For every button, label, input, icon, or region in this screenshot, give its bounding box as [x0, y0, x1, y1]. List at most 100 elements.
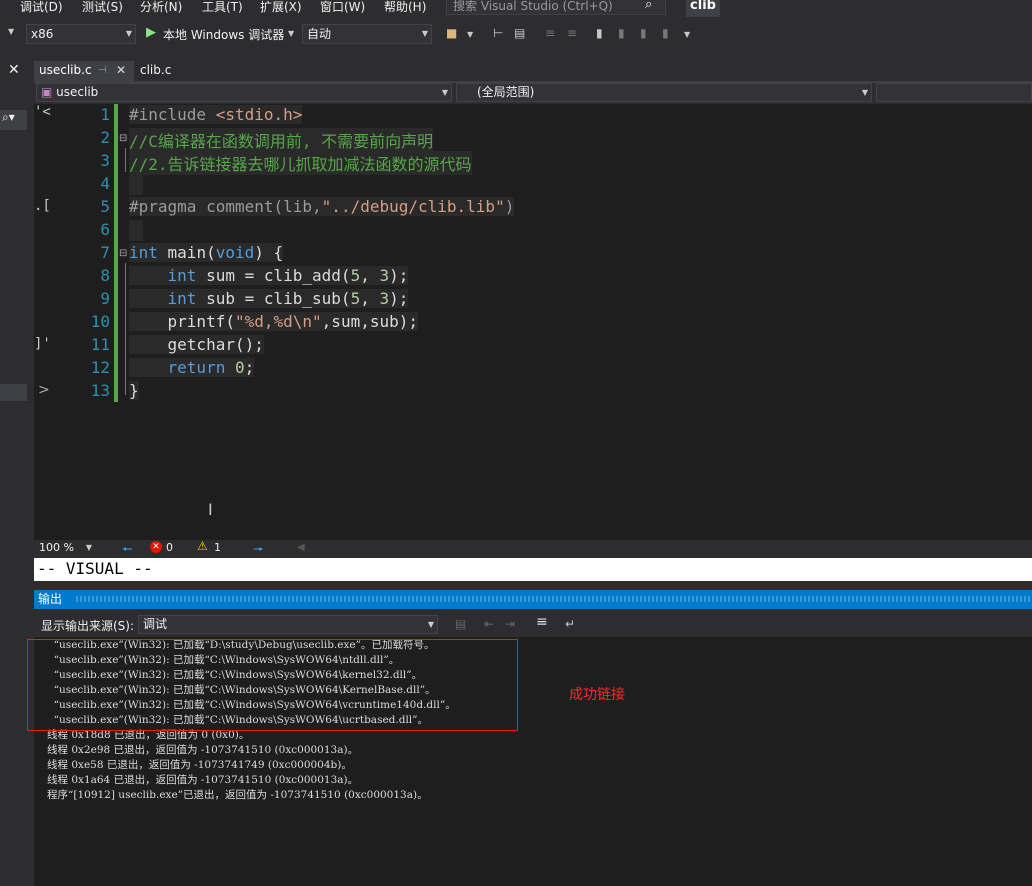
output-source-select[interactable]: 调试 ▼	[138, 615, 438, 634]
clear-all-icon[interactable]: ≡	[536, 614, 548, 630]
tab-clib[interactable]: clib.c	[140, 61, 171, 80]
line-number: 12	[90, 358, 110, 377]
output-source-label: 显示输出来源(S):	[41, 619, 135, 633]
next-message-icon: ⇥	[505, 617, 516, 631]
line-number: 8	[100, 266, 110, 285]
scope-select[interactable]: (全局范围) ▼	[456, 83, 872, 102]
code-line: int sum = clib_add(5, 3);	[129, 266, 409, 285]
line-number: 13	[90, 381, 110, 400]
code-line	[129, 174, 143, 195]
close-icon[interactable]: ✕	[8, 62, 20, 78]
run-debugger-button[interactable]: 本地 Windows 调试器	[163, 26, 284, 43]
line-number: 9	[100, 289, 110, 308]
line-number: 1	[100, 105, 110, 124]
fold-guide	[125, 148, 126, 172]
search-icon[interactable]: ⌕▾	[0, 110, 27, 130]
command-line[interactable]: -- VISUAL --	[34, 558, 1032, 581]
menu-debug[interactable]: 调试(D)	[20, 0, 63, 15]
code-line: return 0;	[129, 358, 255, 377]
prev-message-icon: ⇤	[484, 617, 495, 631]
next-bookmark-icon: ▮	[640, 26, 647, 40]
scope-value: (全局范围)	[477, 85, 535, 99]
sidebar-selected-item[interactable]	[0, 384, 27, 401]
project-value: useclib	[56, 85, 99, 99]
fold-guide	[125, 263, 126, 395]
line-number: 10	[90, 312, 110, 331]
play-icon[interactable]: ▶	[146, 25, 156, 40]
document-icon[interactable]: ▤	[514, 26, 525, 40]
run-dropdown-icon[interactable]: ▼	[288, 29, 294, 38]
code-line: }	[129, 381, 139, 400]
line-number: 11	[90, 335, 110, 354]
annotation-box	[27, 639, 518, 731]
word-wrap-icon[interactable]: ↵	[565, 617, 575, 631]
tab-useclib[interactable]: useclib.c ⊣ ✕	[34, 61, 134, 82]
menu-tools[interactable]: 工具(T)	[202, 0, 243, 15]
code-line: printf("%d,%d\n",sum,sub);	[129, 312, 418, 331]
menu-test[interactable]: 测试(S)	[82, 0, 123, 15]
output-line: 线程 0x2e98 已退出，返回值为 -1073741510 (0xc00001…	[47, 744, 359, 756]
search-icon[interactable]: ⌕	[645, 0, 652, 12]
prev-bookmark-icon: ▮	[618, 26, 625, 40]
solution-explorer-panel	[0, 58, 27, 886]
code-line: int sub = clib_sub(5, 3);	[129, 289, 409, 308]
run-mode-select[interactable]: 自动 ▼	[302, 24, 432, 44]
package-icon[interactable]: ■	[446, 26, 457, 40]
text-cursor-icon: I	[208, 500, 213, 519]
toolbar-overflow-icon[interactable]: ▼	[684, 30, 690, 39]
tab-strip	[27, 58, 1032, 82]
line-number: 6	[100, 220, 110, 239]
error-count: 0	[166, 541, 173, 554]
uncomment-icon: ≡	[567, 26, 578, 40]
menu-analyze[interactable]: 分析(N)	[140, 0, 182, 15]
pin-icon[interactable]: ⊣	[98, 61, 107, 80]
comment-icon: ≡	[545, 26, 556, 40]
platform-select[interactable]: x86 ▼	[26, 24, 136, 44]
scroll-left-icon[interactable]: ◀	[297, 542, 305, 553]
go-to-line-icon: ▤	[455, 617, 467, 631]
code-line: #include <stdio.h>	[129, 105, 303, 124]
line-number: 4	[100, 174, 110, 193]
tab-label: useclib.c	[39, 63, 92, 77]
error-icon[interactable]: ✕	[150, 541, 162, 553]
run-mode-value: 自动	[307, 27, 332, 41]
code-line: getchar();	[129, 335, 264, 354]
output-panel-header: 输出	[34, 590, 1032, 609]
output-line: 程序“[10912] useclib.exe”已退出，返回值为 -1073741…	[47, 789, 428, 801]
output-line: 线程 0xe58 已退出，返回值为 -1073741749 (0xc000004…	[47, 759, 352, 771]
line-number: 3	[100, 151, 110, 170]
menu-help[interactable]: 帮助(H)	[384, 0, 426, 15]
member-select[interactable]	[876, 83, 1032, 102]
collapse-icon[interactable]: ⊟	[119, 248, 127, 259]
line-number: 2	[100, 128, 110, 147]
line-number: 5	[100, 197, 110, 216]
line-number: 7	[100, 243, 110, 262]
output-source-value: 调试	[143, 617, 168, 631]
collapse-icon[interactable]: ⊟	[119, 133, 127, 144]
platform-value: x86	[31, 27, 54, 41]
menu-extensions[interactable]: 扩展(X)	[260, 0, 302, 15]
window-title: clib	[686, 0, 720, 17]
step-icon[interactable]: ⊢	[493, 26, 503, 40]
code-line: //C编译器在函数调用前, 不需要前向声明	[129, 128, 434, 152]
search-input[interactable]: 搜索 Visual Studio (Ctrl+Q)	[446, 0, 666, 15]
zoom-select[interactable]: 100 % ▼	[35, 541, 95, 557]
warning-icon[interactable]: ⚠	[197, 539, 208, 553]
output-title: 输出	[38, 592, 63, 606]
chevron-down-icon[interactable]: ▼	[467, 30, 473, 39]
code-line	[129, 220, 143, 241]
clear-bookmark-icon: ▮	[662, 26, 669, 40]
zoom-value: 100 %	[39, 541, 74, 554]
close-icon[interactable]: ✕	[116, 61, 126, 80]
bookmark-icon[interactable]: ▮	[596, 26, 603, 40]
file-icon: ▣	[41, 85, 53, 99]
code-line: //2.告诉链接器去哪儿抓取加减法函数的源代码	[129, 151, 472, 175]
project-select[interactable]: ▣ useclib ▼	[36, 83, 452, 102]
code-line: int main(void) {	[129, 243, 284, 262]
code-line: #pragma comment(lib,"../debug/clib.lib")	[129, 197, 515, 216]
chevron-down-icon[interactable]: ▼	[8, 27, 14, 36]
menu-window[interactable]: 窗口(W)	[320, 0, 365, 15]
change-indicator-bar	[114, 104, 118, 402]
output-line: 线程 0x1a64 已退出，返回值为 -1073741510 (0xc00001…	[47, 774, 359, 786]
editor-status-bar	[34, 540, 1032, 558]
